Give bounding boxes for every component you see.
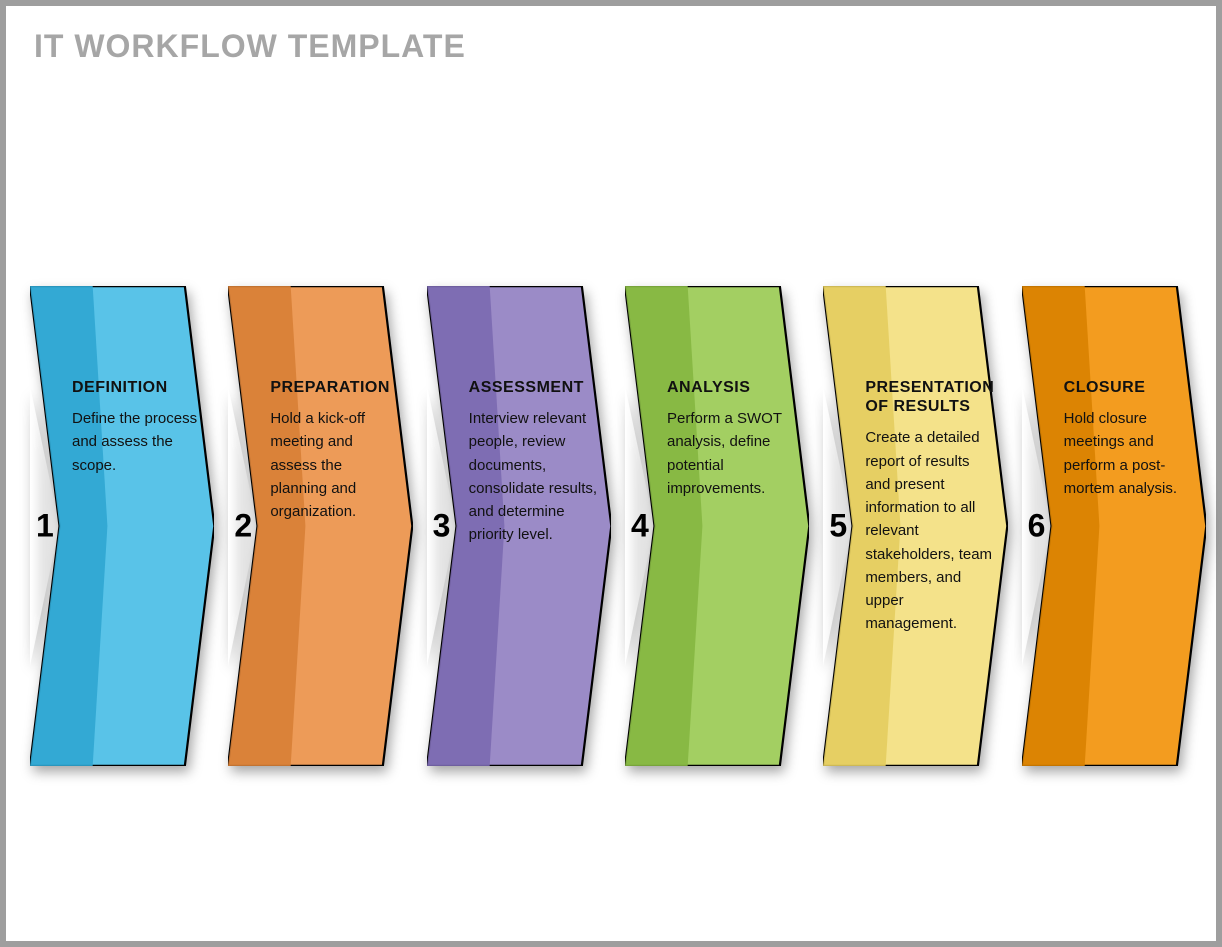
step-description: Interview relevant people, review docume… bbox=[469, 407, 601, 547]
workflow-step: 2 PREPARATION Hold a kick-off meeting and … bbox=[228, 286, 412, 766]
step-heading: ANALYSIS bbox=[667, 378, 799, 397]
step-content: CLOSURE Hold closure meetings and perform… bbox=[1064, 378, 1196, 500]
step-content: PREPARATION Hold a kick-off meeting and a… bbox=[270, 378, 402, 523]
step-content: ASSESSMENT Interview relevant people, rev… bbox=[469, 378, 601, 547]
workflow-step: 3 ASSESSMENT Interview relevant people, re… bbox=[427, 286, 611, 766]
workflow-step: 5 PRESENTATION OF RESULTS Create a detaile… bbox=[823, 286, 1007, 766]
step-heading: DEFINITION bbox=[72, 378, 204, 397]
step-content: ANALYSIS Perform a SWOT analysis, define … bbox=[667, 378, 799, 500]
step-description: Perform a SWOT analysis, define potentia… bbox=[667, 407, 799, 500]
step-number: 1 bbox=[36, 508, 54, 545]
step-heading: CLOSURE bbox=[1064, 378, 1196, 397]
chevron-shape bbox=[30, 286, 214, 766]
step-description: Define the process and assess the scope. bbox=[72, 407, 204, 477]
workflow-step: 1 DEFINITION Define the process and assess… bbox=[30, 286, 214, 766]
page-title: IT WORKFLOW TEMPLATE bbox=[34, 28, 466, 65]
workflow-step: 4 ANALYSIS Perform a SWOT analysis, define… bbox=[625, 286, 809, 766]
step-heading: ASSESSMENT bbox=[469, 378, 601, 397]
chevron-shape bbox=[228, 286, 412, 766]
step-description: Hold a kick-off meeting and assess the p… bbox=[270, 407, 402, 523]
step-number: 4 bbox=[631, 508, 649, 545]
step-number: 3 bbox=[433, 508, 451, 545]
workflow-row: 1 DEFINITION Define the process and assess… bbox=[30, 286, 1206, 766]
workflow-step: 6 CLOSURE Hold closure meetings and perfor… bbox=[1022, 286, 1206, 766]
step-heading: PREPARATION bbox=[270, 378, 402, 397]
step-description: Create a detailed report of results and … bbox=[865, 426, 997, 635]
step-content: PRESENTATION OF RESULTS Create a detailed… bbox=[865, 378, 997, 636]
step-number: 5 bbox=[829, 508, 847, 545]
step-content: DEFINITION Define the process and assess … bbox=[72, 378, 204, 477]
chevron-shape bbox=[1022, 286, 1206, 766]
step-number: 2 bbox=[234, 508, 252, 545]
diagram-canvas: IT WORKFLOW TEMPLATE 1 DEFINITION Define t… bbox=[6, 6, 1216, 941]
chevron-shape bbox=[625, 286, 809, 766]
step-heading: PRESENTATION OF RESULTS bbox=[865, 378, 997, 416]
step-number: 6 bbox=[1028, 508, 1046, 545]
step-description: Hold closure meetings and perform a post… bbox=[1064, 407, 1196, 500]
